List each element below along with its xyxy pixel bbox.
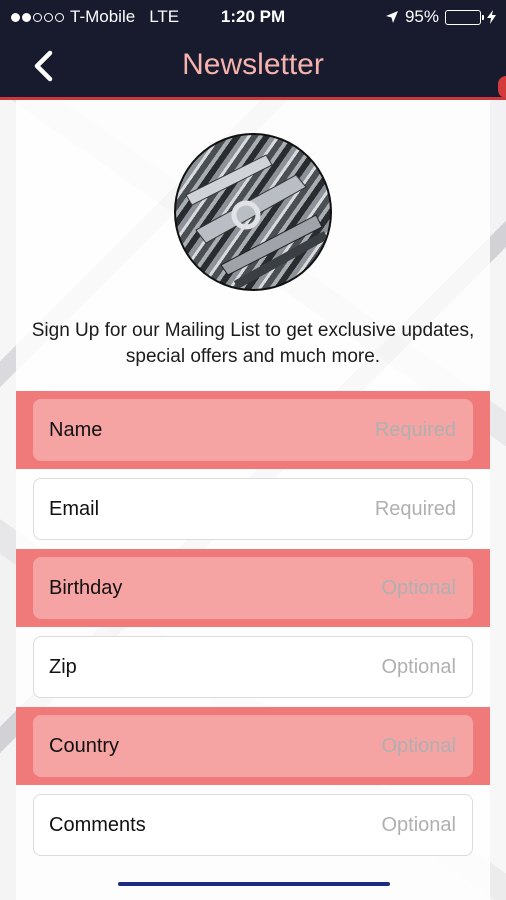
comments-placeholder: Optional xyxy=(381,813,457,836)
edge-tab xyxy=(498,76,506,98)
country-label: Country xyxy=(49,734,120,757)
name-label: Name xyxy=(49,418,103,441)
submit-button-edge[interactable] xyxy=(118,882,390,886)
comments-label: Comments xyxy=(49,813,146,836)
country-row: Country Optional xyxy=(16,707,490,785)
intro-text: Sign Up for our Mailing List to get excl… xyxy=(31,320,475,367)
name-placeholder: Required xyxy=(374,418,456,441)
zip-row: Zip Optional xyxy=(16,628,490,706)
birthday-field[interactable]: Birthday Optional xyxy=(33,557,473,619)
name-row: Name Required xyxy=(16,391,490,469)
country-placeholder: Optional xyxy=(381,734,457,757)
birthday-placeholder: Optional xyxy=(381,576,457,599)
battery-icon xyxy=(445,9,484,25)
birthday-row: Birthday Optional xyxy=(16,549,490,627)
comments-field[interactable]: Comments Optional xyxy=(33,794,473,856)
charging-bolt-icon xyxy=(487,10,496,24)
status-bar: T-Mobile LTE 1:20 PM 95% xyxy=(0,7,506,29)
navigation-bar: T-Mobile LTE 1:20 PM 95% Newsletter xyxy=(0,0,506,100)
email-field[interactable]: Email Required xyxy=(33,478,473,540)
name-field[interactable]: Name Required xyxy=(33,399,473,461)
email-placeholder: Required xyxy=(374,497,456,520)
battery-percent: 95% xyxy=(404,7,439,26)
location-arrow-icon xyxy=(385,11,398,23)
zip-label: Zip xyxy=(49,655,77,678)
zip-field[interactable]: Zip Optional xyxy=(33,636,473,698)
comments-row: Comments Optional xyxy=(16,786,490,864)
email-label: Email xyxy=(49,497,100,520)
zip-placeholder: Optional xyxy=(381,655,457,678)
birthday-label: Birthday xyxy=(49,576,123,599)
country-field[interactable]: Country Optional xyxy=(33,715,473,777)
newsletter-image xyxy=(174,133,332,291)
email-row: Email Required xyxy=(16,470,490,548)
page-title: Newsletter xyxy=(182,48,324,81)
